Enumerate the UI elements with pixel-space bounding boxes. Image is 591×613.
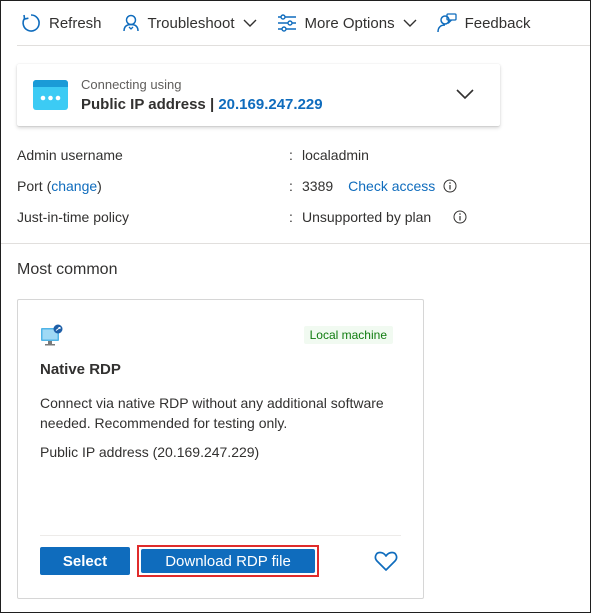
jit-value-group: Unsupported by plan: [302, 209, 467, 225]
info-icon[interactable]: [453, 210, 467, 224]
connection-main: Public IP address | 20.169.247.229: [81, 96, 323, 113]
port-value-group: 3389 Check access: [302, 178, 457, 194]
feedback-label: Feedback: [464, 14, 531, 32]
info-icon[interactable]: [443, 179, 457, 193]
connection-separator: |: [205, 96, 219, 113]
admin-username-label: Admin username: [17, 147, 123, 163]
connection-selector[interactable]: Connecting using Public IP address | 20.…: [17, 64, 500, 126]
refresh-button[interactable]: Refresh: [17, 7, 110, 39]
native-rdp-card: Local machine Native RDP Connect via nat…: [17, 299, 424, 599]
chevron-down-icon: [243, 19, 257, 27]
feedback-icon: [436, 13, 457, 33]
chevron-down-icon[interactable]: [456, 88, 474, 100]
download-rdp-button[interactable]: Download RDP file: [141, 549, 315, 573]
check-access-link[interactable]: Check access: [348, 178, 435, 194]
refresh-label: Refresh: [49, 14, 102, 32]
more-options-button[interactable]: More Options: [269, 7, 425, 39]
connection-type: Public IP address: [81, 96, 206, 113]
port-label-suffix: ): [97, 178, 102, 194]
colon: :: [289, 209, 293, 225]
properties: Admin username : localadmin Port (change…: [17, 144, 577, 237]
port-value: 3389: [302, 178, 334, 194]
options-icon: [277, 14, 296, 32]
troubleshoot-label: Troubleshoot: [147, 14, 235, 32]
toolbar: Refresh Troubleshoot More Options Feedba…: [17, 1, 590, 46]
rdp-title: Native RDP: [40, 361, 121, 378]
port-row: Port (change) : 3389 Check access: [17, 175, 577, 206]
section-title: Most common: [17, 261, 118, 278]
connection-text: Connecting using Public IP address | 20.…: [81, 77, 323, 113]
refresh-icon: [22, 14, 40, 32]
colon: :: [289, 147, 293, 163]
troubleshoot-button[interactable]: Troubleshoot: [114, 7, 265, 39]
local-machine-badge: Local machine: [303, 326, 393, 344]
divider: [1, 243, 590, 244]
port-label-prefix: Port (: [17, 178, 52, 194]
jit-policy-value: Unsupported by plan: [302, 209, 432, 225]
jit-policy-row: Just-in-time policy : Unsupported by pla…: [17, 206, 577, 237]
chevron-down-icon: [403, 19, 417, 27]
download-highlight: Download RDP file: [137, 545, 319, 577]
connection-subtitle: Connecting using: [81, 77, 182, 92]
rdp-ip-line: Public IP address (20.169.247.229): [40, 444, 260, 460]
vm-icon: [33, 80, 68, 110]
colon: :: [289, 178, 293, 194]
port-change-link[interactable]: change: [51, 178, 97, 194]
feedback-button[interactable]: Feedback: [429, 7, 539, 39]
admin-username-row: Admin username : localadmin: [17, 144, 577, 175]
card-divider: [40, 535, 401, 536]
heart-icon[interactable]: [374, 550, 398, 572]
connection-ip: 20.169.247.229: [218, 96, 323, 113]
connect-panel: Refresh Troubleshoot More Options Feedba…: [0, 0, 591, 613]
admin-username-value: localadmin: [302, 147, 369, 163]
port-label: Port (change): [17, 178, 102, 194]
select-button[interactable]: Select: [40, 547, 130, 575]
rdp-description: Connect via native RDP without any addit…: [40, 395, 384, 431]
more-options-label: More Options: [304, 14, 395, 32]
jit-policy-label: Just-in-time policy: [17, 209, 130, 225]
troubleshoot-icon: [122, 14, 139, 32]
monitor-icon: [41, 324, 63, 346]
